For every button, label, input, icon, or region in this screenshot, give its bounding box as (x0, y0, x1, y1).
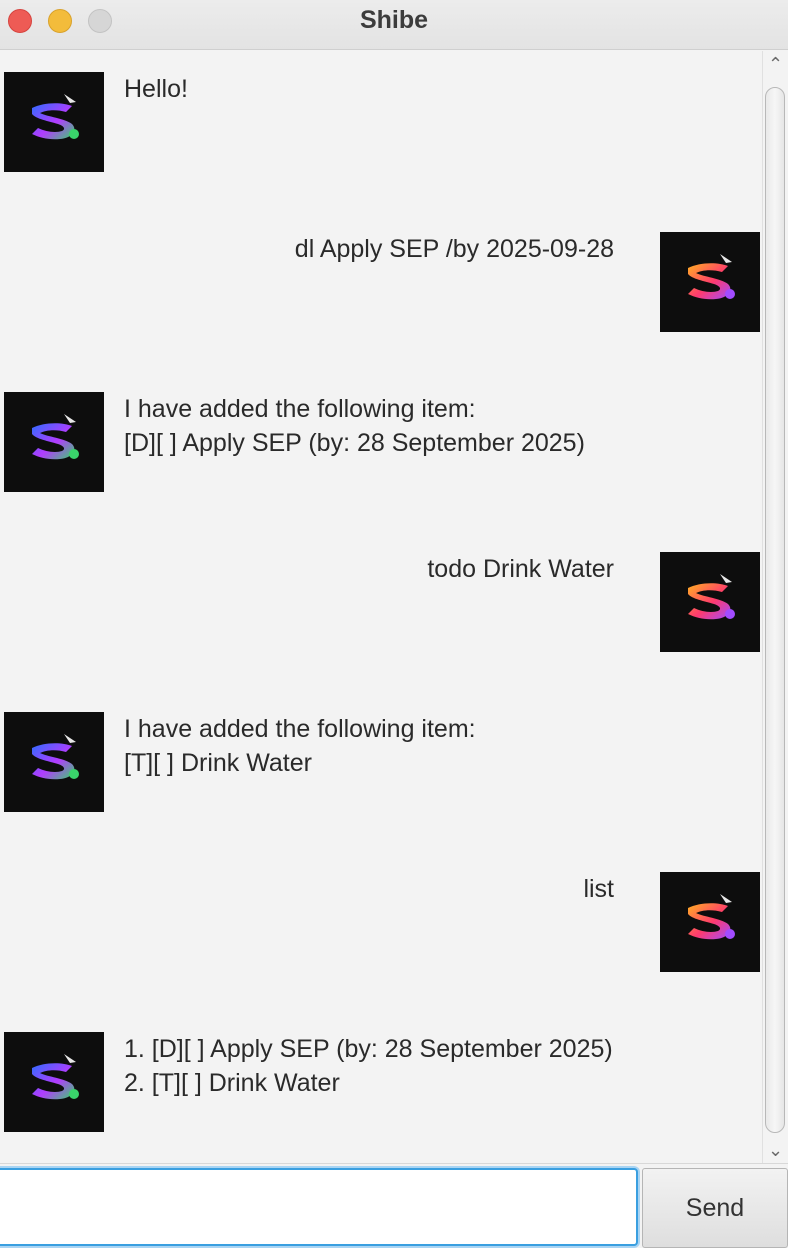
bot-avatar-icon (4, 1032, 104, 1132)
window-title: Shibe (359, 6, 429, 34)
user-message: todo Drink Water (0, 552, 762, 652)
bot-avatar-icon (4, 712, 104, 812)
scroll-up-icon[interactable]: ⌃ (763, 51, 788, 77)
bot-avatar-icon (4, 392, 104, 492)
message-text: dl Apply SEP /by 2025-09-28 (294, 235, 614, 263)
send-button[interactable]: Send (642, 1168, 788, 1248)
user-avatar-icon (660, 872, 760, 972)
scroll-thumb[interactable] (765, 87, 785, 1133)
app-window: Shibe Hello! dl Apply SEP /by 2025-09-28 I… (0, 0, 788, 1248)
bot-message: 1. [D][ ] Apply SEP (by: 28 September 20… (0, 1032, 762, 1132)
user-message: list (0, 872, 762, 972)
input-row: Send (0, 1163, 788, 1248)
bot-avatar-icon (4, 72, 104, 172)
message-text: list (583, 875, 614, 903)
scroll-down-icon[interactable]: ⌄ (763, 1137, 788, 1163)
message-text: I have added the following item: [D][ ] … (124, 395, 585, 457)
message-text: 1. [D][ ] Apply SEP (by: 28 September 20… (124, 1035, 613, 1097)
bot-message: Hello! (0, 72, 762, 172)
user-avatar-icon (660, 552, 760, 652)
title-bar: Shibe (0, 0, 788, 50)
chat-scrollbar[interactable]: ⌃ ⌄ (762, 51, 788, 1163)
message-text: todo Drink Water (427, 555, 614, 583)
user-message: dl Apply SEP /by 2025-09-28 (0, 232, 762, 332)
dialog-container: Hello! dl Apply SEP /by 2025-09-28 I have … (0, 51, 762, 1163)
message-input[interactable] (0, 1168, 638, 1246)
bot-message: I have added the following item: [D][ ] … (0, 392, 762, 492)
user-avatar-icon (660, 232, 760, 332)
message-text: I have added the following item: [T][ ] … (124, 715, 476, 777)
bot-message: I have added the following item: [T][ ] … (0, 712, 762, 812)
message-text: Hello! (124, 75, 188, 103)
